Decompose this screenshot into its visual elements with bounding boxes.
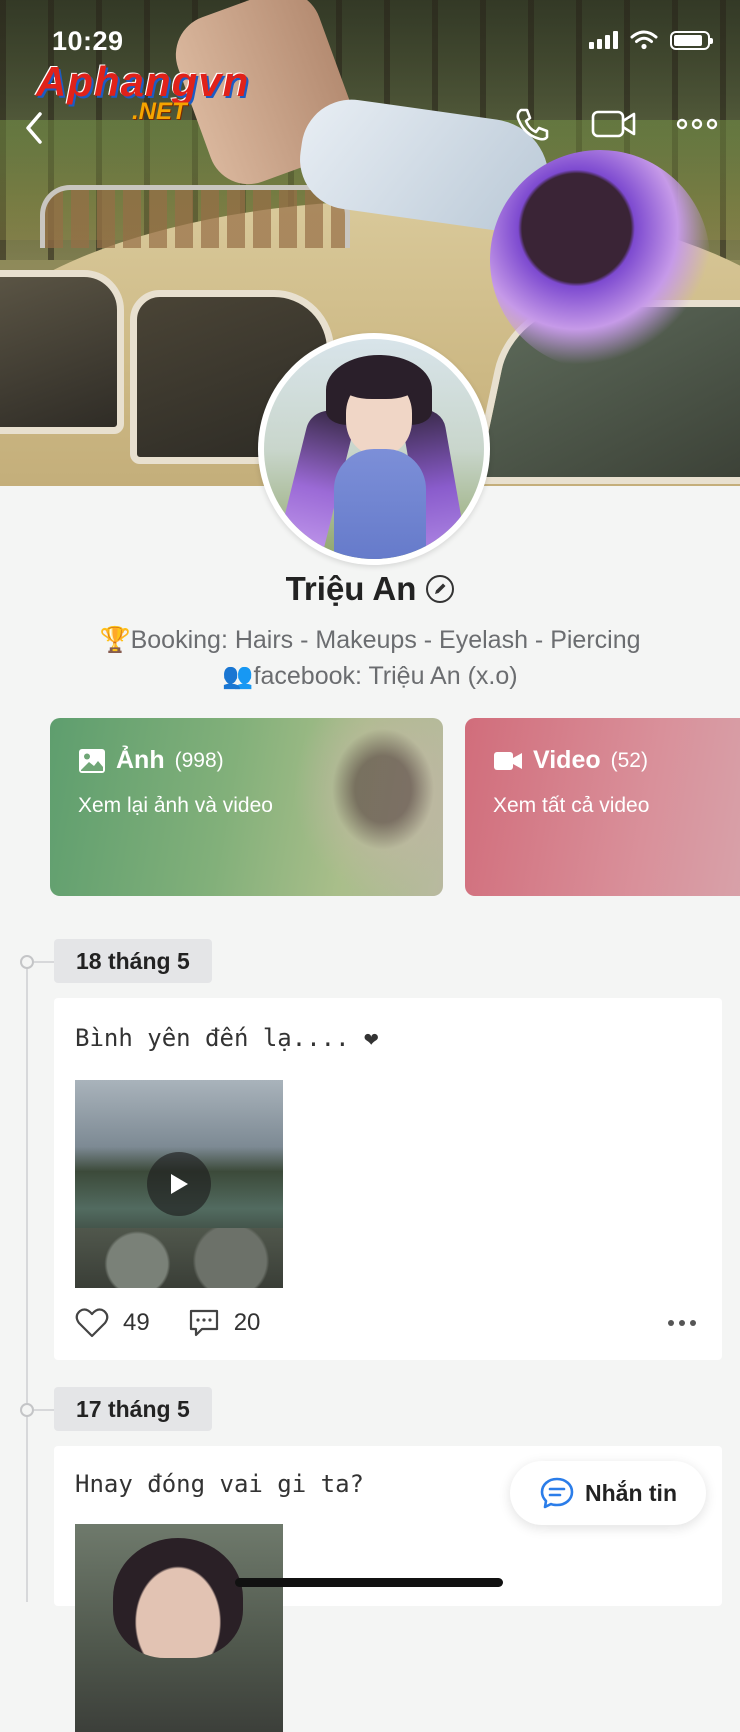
chevron-left-icon [26, 112, 42, 144]
chat-bubble-icon [540, 1477, 574, 1509]
heart-icon [75, 1308, 109, 1338]
dot [668, 1320, 674, 1326]
header-actions [512, 104, 718, 149]
pencil-icon [435, 583, 446, 594]
timeline-line [26, 962, 28, 1602]
date-tag: 18 tháng 5 [54, 939, 212, 983]
video-camera-icon [591, 110, 636, 138]
comment-count: 20 [233, 1309, 261, 1336]
thumbnail-rocks [75, 1228, 283, 1288]
status-icons [589, 30, 713, 50]
profile-name-row: Triệu An [0, 570, 740, 608]
post-card[interactable]: Bình yên đến lạ.... ❤ 49 20 [54, 998, 722, 1360]
like-count: 49 [123, 1309, 150, 1336]
videos-card-title-row: Video (52) [493, 746, 648, 775]
photos-card[interactable]: Ảnh (998) Xem lại ảnh và video [50, 718, 443, 896]
bio-facebook: 👥facebook: Triệu An (x.o) [222, 662, 518, 690]
status-time: 10:29 [52, 26, 124, 56]
battery-icon [670, 30, 713, 50]
message-button-label: Nhắn tin [585, 1479, 677, 1506]
videos-card-subtitle: Xem tất cả video [493, 794, 650, 817]
video-call-button[interactable] [590, 106, 638, 147]
photos-card-title: Ảnh [116, 746, 165, 774]
cover-roof-rack [40, 185, 350, 248]
comment-button[interactable]: 20 [188, 1308, 261, 1338]
dot [679, 1320, 685, 1326]
watermark-logo: Aphangvn .NET [36, 58, 266, 128]
timeline-dot [20, 1403, 34, 1417]
video-camera-icon [494, 751, 522, 770]
videos-card[interactable]: Video (52) Xem tất cả video [465, 718, 740, 896]
photos-card-title-row: Ảnh (998) [78, 746, 224, 775]
comment-icon [189, 1309, 218, 1337]
wifi-icon [630, 30, 658, 50]
post-text: Hnay đóng vai gi ta? [75, 1470, 364, 1498]
call-button[interactable] [512, 104, 552, 149]
edit-name-button[interactable] [426, 575, 455, 603]
cellular-signal-icon [589, 31, 618, 49]
cover-car-window [0, 270, 124, 434]
timeline-dot [20, 955, 34, 969]
back-button[interactable] [20, 108, 50, 148]
timeline-connector [34, 961, 54, 963]
post-video-thumbnail[interactable] [75, 1080, 283, 1288]
avatar-outfit [334, 449, 426, 559]
timeline-connector [34, 1409, 54, 1411]
more-dots-icon [676, 118, 718, 130]
phone-icon [516, 108, 549, 141]
bio-booking: 🏆Booking: Hairs - Makeups - Eyelash - Pi… [99, 626, 641, 654]
date-tag: 17 tháng 5 [54, 1387, 212, 1431]
photos-card-subtitle: Xem lại ảnh và video [78, 794, 273, 817]
home-indicator[interactable] [235, 1578, 503, 1587]
photos-card-preview [293, 718, 443, 896]
message-button[interactable]: Nhắn tin [510, 1461, 706, 1525]
photos-card-count: (998) [174, 748, 224, 772]
dot [690, 1320, 696, 1326]
post-text: Bình yên đến lạ.... ❤ [75, 1024, 379, 1052]
avatar-photo [264, 339, 484, 559]
play-icon [171, 1174, 188, 1194]
post-more-button[interactable] [668, 1320, 696, 1326]
watermark-suffix: .NET [132, 98, 187, 125]
play-button[interactable] [147, 1152, 211, 1216]
post-photo-thumbnail[interactable] [75, 1524, 283, 1732]
thumbnail-face [113, 1538, 243, 1658]
avatar[interactable] [258, 333, 490, 565]
videos-card-count: (52) [610, 748, 648, 772]
profile-name: Triệu An [285, 570, 417, 607]
post-actions: 49 20 [75, 1308, 298, 1338]
like-button[interactable]: 49 [75, 1308, 150, 1338]
avatar-bangs [344, 373, 414, 399]
videos-card-title: Video [533, 746, 601, 774]
image-icon [79, 748, 105, 773]
more-options-button[interactable] [676, 114, 718, 139]
